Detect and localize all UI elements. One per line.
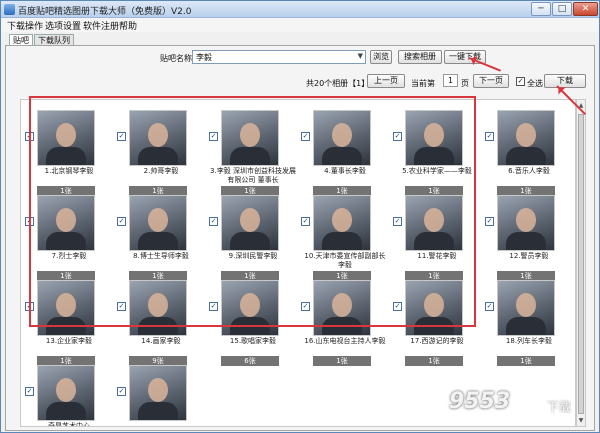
- prev-page-button[interactable]: 上一页: [367, 74, 405, 88]
- album-photo-count: 1张: [405, 356, 463, 366]
- portrait-body: [46, 402, 86, 420]
- next-page-button[interactable]: 下一页: [473, 74, 509, 88]
- select-all-checkbox[interactable]: ✓: [516, 77, 525, 86]
- portrait-body: [138, 402, 178, 420]
- album-caption: 14.画家李毅: [141, 337, 181, 345]
- album-caption: 13.企业家李毅: [45, 337, 93, 345]
- album-checkbox[interactable]: ✓: [485, 217, 494, 226]
- menu-bar: 下载操作 选项设置 软件注册 帮助: [1, 18, 599, 32]
- portrait-face: [516, 293, 536, 317]
- watermark-logo: 9553: [449, 389, 511, 414]
- download-button[interactable]: 下载: [544, 74, 586, 88]
- album-item[interactable]: ✓ 1张 12.警员李毅: [485, 195, 573, 281]
- close-button[interactable]: ✕: [573, 2, 598, 16]
- watermark-sub: 下载: [547, 400, 572, 414]
- scroll-down-icon[interactable]: ▼: [578, 416, 584, 425]
- album-item[interactable]: ✓ 1张 18.列车长李毅: [485, 280, 573, 366]
- browse-button[interactable]: 浏览: [370, 50, 392, 64]
- maximize-button[interactable]: □: [552, 2, 572, 16]
- page-unit-label: 页: [461, 79, 469, 88]
- album-photo-count: 1张: [313, 356, 371, 366]
- search-albums-button[interactable]: 搜索相册: [398, 50, 442, 64]
- gallery-scrollbar[interactable]: ▲ ▼: [576, 99, 586, 427]
- albums-highlight-frame: [29, 96, 476, 327]
- portrait-body: [506, 317, 546, 335]
- tieba-name-value: 李毅: [196, 53, 212, 62]
- album-checkbox[interactable]: ✓: [25, 387, 34, 396]
- title-bar[interactable]: 百度贴吧精选图册下载大师（免费版）V2.0 ─ □ ✕: [1, 1, 599, 18]
- album-thumbnail[interactable]: [497, 195, 555, 251]
- album-caption: 6.音乐人李毅: [508, 167, 550, 175]
- menu-download-ops[interactable]: 下载操作: [7, 19, 43, 32]
- window-title: 百度贴吧精选图册下载大师（免费版）V2.0: [18, 7, 192, 17]
- album-checkbox[interactable]: ✓: [117, 387, 126, 396]
- album-thumbnail[interactable]: [497, 280, 555, 336]
- album-checkbox[interactable]: ✓: [485, 302, 494, 311]
- album-thumbnail[interactable]: [497, 110, 555, 166]
- tieba-name-combo[interactable]: 李毅 ▼: [192, 50, 366, 64]
- portrait-body: [506, 147, 546, 165]
- current-page-label: 当前第: [411, 79, 435, 88]
- menu-options[interactable]: 选项设置: [45, 19, 81, 32]
- album-thumbnail[interactable]: [37, 365, 95, 421]
- app-icon: [4, 4, 15, 15]
- portrait-face: [516, 208, 536, 232]
- album-item[interactable]: ✓ 1张 6.音乐人李毅: [485, 110, 573, 196]
- album-photo-count: 1张: [497, 356, 555, 366]
- portrait-face: [148, 378, 168, 402]
- portrait-body: [506, 232, 546, 250]
- album-caption: 15.歌唱家李毅: [229, 337, 277, 345]
- album-item[interactable]: ✓: [117, 365, 205, 426]
- album-caption: 12.警员李毅: [509, 252, 549, 260]
- portrait-face: [516, 123, 536, 147]
- scrollbar-thumb[interactable]: [578, 114, 584, 414]
- tieba-name-label: 贴吧名称: [160, 54, 192, 63]
- menu-register[interactable]: 软件注册: [83, 19, 119, 32]
- album-item[interactable]: ✓ 奇昂艺术中心: [25, 365, 113, 427]
- album-photo-count: 6张: [221, 356, 279, 366]
- page-number-input[interactable]: 1: [443, 74, 458, 87]
- album-checkbox[interactable]: ✓: [485, 132, 494, 141]
- chevron-down-icon[interactable]: ▼: [358, 52, 363, 60]
- portrait-face: [56, 378, 76, 402]
- menu-help[interactable]: 帮助: [119, 19, 137, 32]
- album-caption: 17.西游记的李毅: [410, 337, 464, 345]
- app-window: 百度贴吧精选图册下载大师（免费版）V2.0 ─ □ ✕ 下载操作 选项设置 软件…: [0, 0, 600, 433]
- select-all-label: 全选: [527, 79, 543, 88]
- album-caption: 奇昂艺术中心: [48, 422, 90, 427]
- album-caption: 16.山东电视台主持人李毅: [304, 337, 386, 345]
- album-thumbnail[interactable]: [129, 365, 187, 421]
- minimize-button[interactable]: ─: [531, 2, 551, 16]
- album-caption: 18.列车长李毅: [505, 337, 553, 345]
